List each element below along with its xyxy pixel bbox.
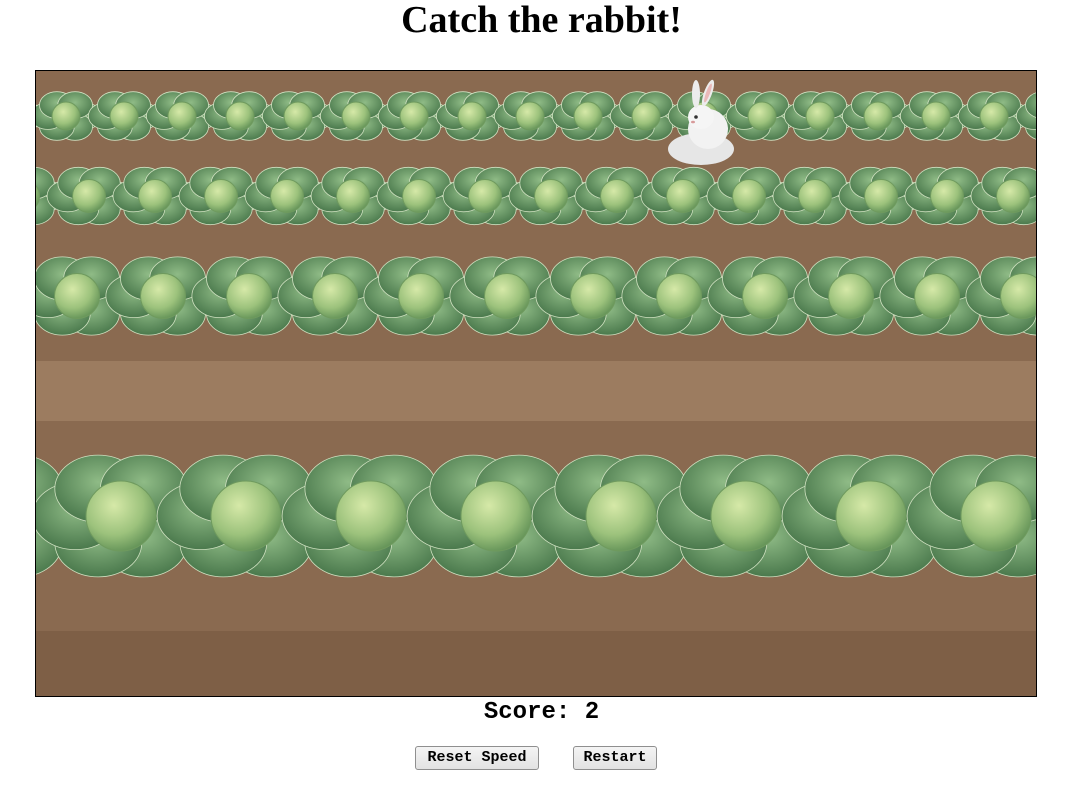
rabbit-sprite[interactable] [663, 79, 738, 169]
restart-button[interactable]: Restart [573, 746, 657, 770]
score-value: 2 [584, 699, 600, 726]
score-label: Score: [483, 699, 571, 726]
game-title: Catch the rabbit! [401, 0, 682, 41]
cabbage-field[interactable] [35, 70, 1037, 697]
score-display: Score: 2 [0, 699, 1083, 727]
reset-speed-button[interactable]: Reset Speed [415, 746, 539, 770]
cabbage-field-background [36, 71, 1036, 696]
